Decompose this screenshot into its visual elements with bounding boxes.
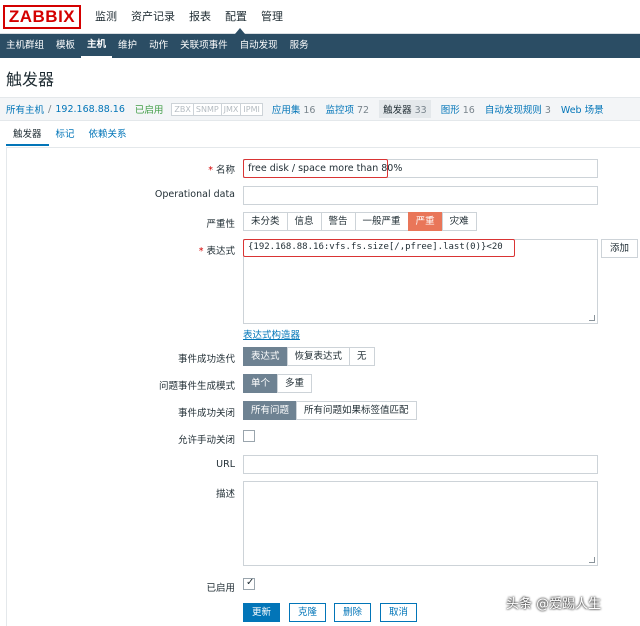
items-count: 72 (357, 105, 370, 116)
tab-trigger[interactable]: 触发器 (6, 126, 49, 146)
jmx-badge: JMX (220, 102, 242, 116)
name-value: free disk / space more than 80% (248, 163, 403, 174)
url-input[interactable] (243, 455, 598, 474)
delete-button[interactable]: 删除 (334, 603, 371, 622)
form-tabs: 触发器 标记 依赖关系 (6, 126, 134, 146)
submenu-maintenance[interactable]: 维护 (112, 34, 143, 58)
ok-event-selector: 表达式 恢复表达式 无 (243, 347, 375, 366)
resize-handle-icon[interactable] (589, 315, 595, 321)
ok-close-selector: 所有问题 所有问题如果标签值匹配 (243, 401, 417, 420)
ipmi-badge: IPMI (240, 102, 263, 116)
name-label-text: 名称 (215, 165, 235, 176)
all-hosts-link[interactable]: 所有主机 (6, 102, 44, 116)
discovery-count: 3 (544, 105, 551, 116)
items-label: 监控项 (325, 105, 354, 116)
severity-information[interactable]: 信息 (286, 212, 322, 231)
ok-event-recovery-expression[interactable]: 恢复表达式 (286, 347, 351, 366)
checkmark-icon: ✓ (246, 577, 255, 588)
operational-data-input[interactable] (243, 186, 598, 205)
tab-tags[interactable]: 标记 (49, 126, 82, 146)
description-label: 描述 (215, 489, 235, 500)
update-button[interactable]: 更新 (243, 603, 280, 622)
expression-label: * 表达式 (100, 243, 235, 257)
severity-not-classified[interactable]: 未分类 (243, 212, 288, 231)
items-link[interactable]: 监控项 72 (325, 102, 369, 116)
url-label: URL (216, 459, 235, 470)
top-menu: 监测 资产记录 报表 配置 管理 (88, 0, 290, 34)
description-resize-handle-icon[interactable] (589, 557, 595, 563)
host-status-enabled[interactable]: 已启用 (135, 102, 164, 116)
add-expression-button[interactable]: 添加 (601, 239, 638, 258)
availability-badges: ZBX SNMP JMX IPMI (171, 102, 263, 116)
problem-mode-multiple[interactable]: 多重 (277, 374, 313, 393)
sub-menu: 主机群组 模板 主机 维护 动作 关联项事件 自动发现 服务 (0, 34, 640, 58)
menu-reports[interactable]: 报表 (182, 0, 218, 34)
name-label: * 名称 (100, 162, 235, 176)
submenu-hosts[interactable]: 主机 (81, 34, 113, 58)
severity-disaster[interactable]: 灾难 (441, 212, 477, 231)
applications-label: 应用集 (271, 105, 301, 116)
expression-value: {192.168.88.16:vfs.fs.size[/,pfree].last… (248, 242, 503, 252)
zabbix-logo[interactable]: ZABBIX (3, 5, 81, 29)
menu-inventory[interactable]: 资产记录 (124, 0, 182, 34)
opdata-label: Operational data (154, 189, 235, 200)
submenu-discovery[interactable]: 自动发现 (234, 34, 284, 58)
ok-close-tag-match[interactable]: 所有问题如果标签值匹配 (296, 401, 417, 420)
snmp-badge: SNMP (192, 102, 222, 116)
tab-dependencies[interactable]: 依赖关系 (82, 126, 134, 146)
description-textarea[interactable] (243, 481, 598, 566)
watermark-text: 头条 @爱踢人生 (506, 597, 602, 612)
enabled-checkbox[interactable]: ✓ (243, 577, 255, 590)
breadcrumb-separator: / (48, 103, 52, 115)
page-title: 触发器 (6, 70, 55, 89)
triggers-count: 33 (414, 105, 427, 116)
host-link[interactable]: 192.168.88.16 (55, 104, 125, 115)
submenu-templates[interactable]: 模板 (50, 34, 81, 58)
graphs-count: 16 (462, 105, 475, 116)
required-asterisk: * (208, 165, 213, 176)
cancel-button[interactable]: 取消 (380, 603, 417, 622)
ok-close-label: 事件成功关闭 (177, 408, 235, 419)
expression-label-text: 表达式 (206, 246, 235, 257)
ok-close-all-problems[interactable]: 所有问题 (243, 401, 298, 420)
severity-warning[interactable]: 警告 (320, 212, 356, 231)
severity-label: 严重性 (206, 219, 235, 230)
triggers-link[interactable]: 触发器 33 (379, 100, 431, 118)
manual-close-checkbox[interactable] (243, 430, 255, 442)
submenu-services[interactable]: 服务 (284, 34, 315, 58)
discovery-rules-link[interactable]: 自动发现规则 3 (485, 102, 551, 116)
severity-average[interactable]: 一般严重 (354, 212, 409, 231)
menu-monitoring[interactable]: 监测 (88, 0, 124, 34)
web-scenarios-link[interactable]: Web 场景 (561, 102, 604, 116)
zbx-badge: ZBX (171, 102, 194, 116)
applications-count: 16 (303, 105, 316, 116)
problem-mode-single[interactable]: 单个 (243, 374, 279, 393)
problem-mode-selector: 单个 多重 (243, 374, 313, 393)
submenu-host-groups[interactable]: 主机群组 (0, 34, 50, 58)
ok-event-label: 事件成功迭代 (177, 354, 235, 365)
ok-event-none[interactable]: 无 (349, 347, 375, 366)
applications-link[interactable]: 应用集 16 (272, 102, 316, 116)
submenu-event-correlation[interactable]: 关联项事件 (174, 34, 234, 58)
problem-mode-label: 问题事件生成模式 (158, 381, 235, 392)
host-navigation: 所有主机 / 192.168.88.16 已启用 ZBX SNMP JMX IP… (0, 97, 640, 121)
severity-high[interactable]: 严重 (407, 212, 443, 231)
graphs-label: 图形 (440, 105, 460, 116)
graphs-link[interactable]: 图形 16 (441, 102, 475, 116)
discovery-label: 自动发现规则 (484, 105, 542, 116)
required-asterisk: * (198, 246, 204, 257)
expression-constructor-link[interactable]: 表达式构造器 (243, 327, 300, 341)
severity-selector: 未分类 信息 警告 一般严重 严重 灾难 (243, 212, 477, 231)
enabled-label: 已启用 (206, 583, 235, 594)
top-bar: ZABBIX 监测 资产记录 报表 配置 管理 (0, 0, 640, 34)
submenu-actions[interactable]: 动作 (143, 34, 174, 58)
manual-close-label: 允许手动关闭 (177, 435, 235, 446)
triggers-label: 触发器 (383, 105, 412, 116)
clone-button[interactable]: 克隆 (289, 603, 326, 622)
ok-event-expression[interactable]: 表达式 (243, 347, 288, 366)
menu-administration[interactable]: 管理 (254, 0, 290, 34)
